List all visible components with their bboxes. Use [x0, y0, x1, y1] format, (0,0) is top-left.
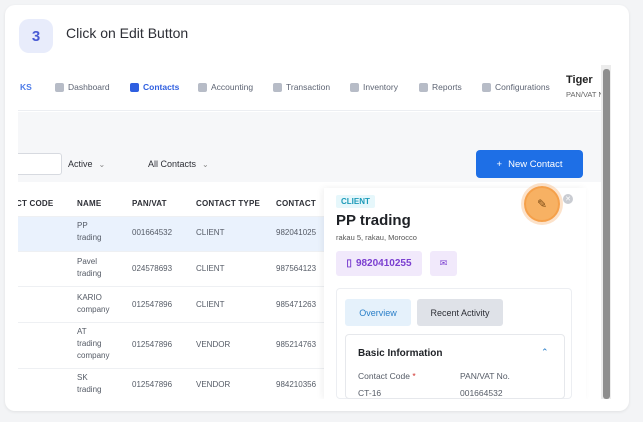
- pan-vat-label: PAN/VAT No.: [460, 371, 510, 381]
- row-type: CLIENT: [196, 300, 225, 309]
- box-icon: [350, 82, 359, 92]
- col-header-pan[interactable]: PAN/VAT: [132, 199, 167, 208]
- col-header-code[interactable]: CT CODE: [18, 199, 53, 208]
- transfer-icon: [273, 82, 282, 92]
- row-pan: 012547896: [132, 340, 173, 349]
- tutorial-step-card: 3 Click on Edit Button KS Dashboard Cont…: [5, 5, 629, 411]
- nav-reports[interactable]: Reports: [419, 82, 462, 92]
- edit-button[interactable]: ✎: [524, 186, 560, 222]
- nav-inventory[interactable]: Inventory: [350, 82, 398, 92]
- grid-icon: [55, 82, 64, 92]
- row-contact: 985471263: [276, 300, 317, 309]
- chevron-down-icon: ⌄: [98, 159, 106, 169]
- col-header-contact[interactable]: CONTACT: [276, 199, 316, 208]
- cube-icon: [198, 82, 207, 92]
- tab-overview[interactable]: Overview: [345, 299, 411, 326]
- row-contact: 982041025: [276, 228, 317, 237]
- row-contact: 985214763: [276, 340, 317, 349]
- section-title: Basic Information: [358, 348, 443, 359]
- contact-title: PP trading: [336, 212, 411, 229]
- user-name[interactable]: Tiger: [566, 74, 593, 86]
- step-title: Click on Edit Button: [66, 25, 189, 41]
- row-name: KARIO company: [77, 293, 110, 314]
- contact-code-label: Contact Code *: [358, 371, 416, 381]
- brand-logo[interactable]: KS: [20, 82, 32, 92]
- top-navigation: KS Dashboard Contacts Accounting Transac…: [18, 65, 611, 111]
- pencil-icon: ✎: [536, 197, 548, 211]
- contact-code-value: CT-16: [358, 388, 382, 398]
- row-name: AT trading company: [77, 327, 110, 360]
- row-type: VENDOR: [196, 380, 231, 389]
- nav-accounting[interactable]: Accounting: [198, 82, 253, 92]
- reports-icon: [419, 82, 428, 92]
- row-pan: 001664532: [132, 228, 173, 237]
- mail-icon: ✉: [439, 258, 448, 268]
- row-pan: 012547896: [132, 300, 173, 309]
- col-header-name[interactable]: NAME: [77, 199, 101, 208]
- row-name: SK trading: [77, 373, 102, 394]
- row-name: Pavel trading: [77, 257, 102, 278]
- row-type: VENDOR: [196, 340, 231, 349]
- search-input[interactable]: [18, 153, 62, 175]
- contacts-filter-dropdown[interactable]: All Contacts ⌄: [148, 159, 209, 169]
- chevron-down-icon: ⌄: [202, 159, 209, 169]
- row-pan: 024578693: [132, 264, 173, 273]
- row-type: CLIENT: [196, 228, 225, 237]
- pan-vat-value: 001664532: [460, 388, 503, 398]
- close-icon[interactable]: ✕: [563, 194, 573, 204]
- chevron-up-icon[interactable]: ⌃: [541, 347, 549, 358]
- tab-recent-activity[interactable]: Recent Activity: [417, 299, 503, 326]
- step-number-badge: 3: [19, 19, 53, 53]
- nav-contacts[interactable]: Contacts: [130, 82, 179, 92]
- row-type: CLIENT: [196, 264, 225, 273]
- phone-button[interactable]: ▯ 9820410255: [336, 251, 422, 276]
- plus-icon: +: [496, 158, 503, 170]
- contacts-icon: [130, 82, 139, 92]
- row-name: PP trading: [77, 221, 102, 242]
- row-contact: 987564123: [276, 264, 317, 273]
- nav-transaction[interactable]: Transaction: [273, 82, 330, 92]
- gear-icon: [482, 82, 491, 92]
- app-screenshot: KS Dashboard Contacts Accounting Transac…: [18, 65, 611, 399]
- phone-icon: ▯: [346, 258, 352, 269]
- row-contact: 984210356: [276, 380, 317, 389]
- new-contact-button[interactable]: + New Contact: [476, 150, 583, 178]
- status-filter-dropdown[interactable]: Active ⌄: [68, 159, 105, 169]
- email-button[interactable]: ✉: [430, 251, 457, 276]
- col-header-type[interactable]: CONTACT TYPE: [196, 199, 260, 208]
- nav-configurations[interactable]: Configurations: [482, 82, 550, 92]
- scrollbar-thumb[interactable]: [603, 69, 610, 399]
- contact-type-badge: CLIENT: [336, 195, 375, 208]
- contact-address: rakau 5, rakau, Morocco: [336, 233, 417, 242]
- nav-dashboard[interactable]: Dashboard: [55, 82, 110, 92]
- row-pan: 012547896: [132, 380, 173, 389]
